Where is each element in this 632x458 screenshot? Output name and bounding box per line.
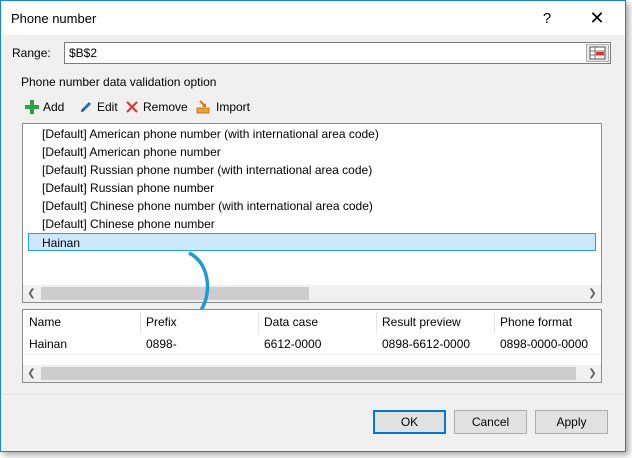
column-header-prefix[interactable]: Prefix	[146, 315, 177, 333]
column-divider[interactable]	[140, 312, 141, 334]
title-bar: Phone number ? ✕	[1, 1, 625, 35]
edit-label: Edit	[97, 100, 118, 114]
x-icon	[126, 101, 138, 113]
list-item[interactable]: [Default] Russian phone number (with int…	[42, 161, 372, 179]
column-header-data-case[interactable]: Data case	[264, 315, 318, 333]
plus-icon	[25, 100, 39, 114]
range-select-icon	[589, 46, 606, 60]
scroll-right-icon[interactable]: ❯	[584, 285, 601, 302]
list-item[interactable]: [Default] Russian phone number	[42, 179, 214, 197]
preview-table: Name Prefix Data case Result preview Pho…	[22, 309, 602, 383]
table-horizontal-scrollbar[interactable]: ❮ ❯	[23, 365, 601, 382]
list-item[interactable]: [Default] American phone number (with in…	[42, 125, 379, 143]
column-divider[interactable]	[376, 312, 377, 334]
help-button[interactable]: ?	[527, 1, 567, 35]
cell-phone-format: 0898-0000-0000	[500, 337, 589, 351]
dialog-title: Phone number	[11, 11, 97, 26]
scroll-left-icon[interactable]: ❮	[23, 365, 40, 382]
phone-format-list[interactable]: [Default] American phone number (with in…	[22, 123, 602, 303]
row-divider	[23, 354, 601, 355]
cell-prefix: 0898-	[146, 337, 177, 351]
apply-button[interactable]: Apply	[535, 410, 608, 434]
list-item[interactable]: [Default] American phone number	[42, 143, 221, 161]
column-divider[interactable]	[258, 312, 259, 334]
column-header-result-preview[interactable]: Result preview	[382, 315, 461, 333]
validation-option-legend: Phone number data validation option	[21, 75, 217, 89]
add-button[interactable]: Add	[25, 99, 64, 115]
footer-divider	[1, 394, 625, 395]
range-label: Range:	[12, 46, 51, 60]
range-select-button[interactable]	[586, 44, 609, 62]
pencil-icon	[81, 102, 91, 112]
ok-button[interactable]: OK	[373, 410, 446, 434]
import-button[interactable]: Import	[196, 99, 250, 115]
list-item[interactable]: [Default] Chinese phone number (with int…	[42, 197, 373, 215]
range-input[interactable]: $B$2	[64, 42, 611, 64]
remove-button[interactable]: Remove	[125, 99, 188, 115]
list-horizontal-scrollbar[interactable]: ❮ ❯	[23, 285, 601, 302]
scroll-right-icon[interactable]: ❯	[584, 365, 601, 382]
scroll-left-icon[interactable]: ❮	[23, 285, 40, 302]
column-divider[interactable]	[494, 312, 495, 334]
column-header-phone-format[interactable]: Phone format	[500, 315, 572, 333]
import-icon	[196, 100, 210, 114]
list-item[interactable]: [Default] Chinese phone number	[42, 215, 215, 233]
cancel-button[interactable]: Cancel	[454, 410, 527, 434]
remove-label: Remove	[143, 100, 188, 114]
column-header-name[interactable]: Name	[29, 315, 61, 333]
import-label: Import	[216, 100, 251, 114]
close-button[interactable]: ✕	[577, 1, 617, 35]
add-label: Add	[43, 100, 65, 114]
cell-data-case: 6612-0000	[264, 337, 322, 351]
cell-name: Hainan	[29, 337, 68, 351]
phone-number-dialog: Phone number ? ✕ Range: $B$2 Phone numbe…	[0, 0, 626, 452]
edit-button[interactable]: Edit	[79, 99, 118, 115]
cell-result-preview: 0898-6612-0000	[382, 337, 471, 351]
list-item-selected[interactable]: Hainan	[28, 233, 596, 251]
scroll-thumb[interactable]	[41, 367, 576, 380]
